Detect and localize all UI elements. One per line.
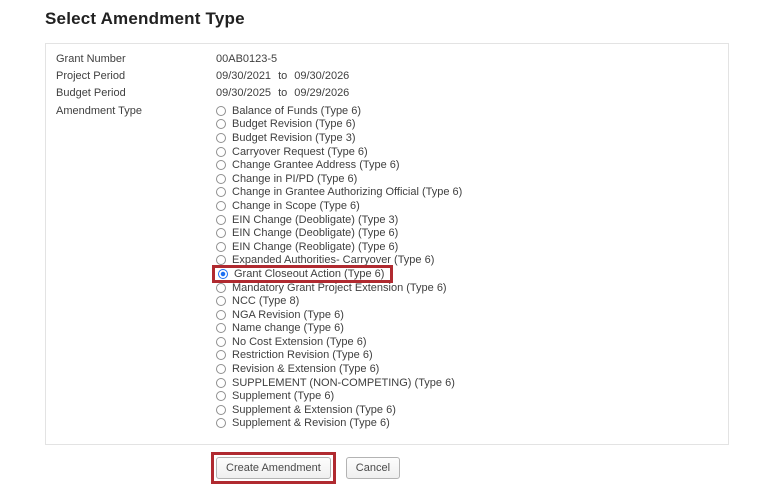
radio-button-icon: [216, 242, 226, 252]
amendment-option[interactable]: EIN Change (Deobligate) (Type 6): [216, 226, 398, 240]
amendment-option-label: Name change (Type 6): [232, 322, 344, 334]
amendment-option[interactable]: Name change (Type 6): [216, 322, 344, 336]
radio-button-icon: [218, 269, 228, 279]
amendment-option[interactable]: EIN Change (Reobligate) (Type 6): [216, 240, 398, 254]
budget-period-label: Budget Period: [56, 87, 216, 99]
action-buttons: Create Amendment Cancel: [211, 452, 400, 484]
amendment-type-row: Amendment Type Balance of Funds (Type 6)…: [56, 104, 728, 430]
amendment-option[interactable]: Revision & Extension (Type 6): [216, 362, 379, 376]
amendment-option-label: Balance of Funds (Type 6): [232, 105, 361, 117]
grant-number-label: Grant Number: [56, 53, 216, 65]
amendment-option[interactable]: SUPPLEMENT (NON-COMPETING) (Type 6): [216, 376, 455, 390]
amendment-option-label: Supplement & Revision (Type 6): [232, 417, 390, 429]
budget-period-value: 09/30/2025 to 09/29/2026: [216, 87, 349, 99]
radio-button-icon: [216, 364, 226, 374]
project-period-label: Project Period: [56, 70, 216, 82]
radio-button-icon: [216, 283, 226, 293]
radio-button-icon: [216, 391, 226, 401]
project-period-value: 09/30/2021 to 09/30/2026: [216, 70, 349, 82]
radio-button-icon: [216, 201, 226, 211]
amendment-option[interactable]: Grant Closeout Action (Type 6): [212, 265, 393, 284]
amendment-option-label: Supplement & Extension (Type 6): [232, 404, 396, 416]
radio-button-icon: [216, 350, 226, 360]
amendment-option-label: Grant Closeout Action (Type 6): [234, 268, 384, 280]
amendment-option-label: NGA Revision (Type 6): [232, 309, 344, 321]
amendment-option-label: No Cost Extension (Type 6): [232, 336, 367, 348]
amendment-option[interactable]: Balance of Funds (Type 6): [216, 104, 361, 118]
amendment-option-label: Change in Scope (Type 6): [232, 200, 360, 212]
amendment-option[interactable]: Supplement (Type 6): [216, 389, 334, 403]
amendment-option[interactable]: Restriction Revision (Type 6): [216, 349, 373, 363]
amendment-option[interactable]: Budget Revision (Type 3): [216, 131, 356, 145]
amendment-option[interactable]: Change in PI/PD (Type 6): [216, 172, 357, 186]
radio-button-icon: [216, 228, 226, 238]
amendment-option[interactable]: Budget Revision (Type 6): [216, 118, 356, 132]
amendment-option[interactable]: Change in Grantee Authorizing Official (…: [216, 186, 462, 200]
project-period-end: 09/30/2026: [294, 70, 349, 82]
amendment-option[interactable]: NCC (Type 8): [216, 294, 299, 308]
radio-button-icon: [216, 174, 226, 184]
red-highlight-box-create-button: Create Amendment: [211, 452, 336, 484]
amendment-option-label: Change in PI/PD (Type 6): [232, 173, 357, 185]
radio-button-icon: [216, 215, 226, 225]
radio-button-icon: [216, 337, 226, 347]
amendment-type-options: Balance of Funds (Type 6) Budget Revisio…: [216, 104, 462, 430]
amendment-option-label: Change in Grantee Authorizing Official (…: [232, 186, 462, 198]
amendment-option-label: Mandatory Grant Project Extension (Type …: [232, 282, 447, 294]
budget-period-connector: to: [278, 87, 287, 99]
project-period-row: Project Period 09/30/2021 to 09/30/2026: [56, 67, 728, 84]
radio-button-icon: [216, 187, 226, 197]
amendment-option[interactable]: NGA Revision (Type 6): [216, 308, 344, 322]
radio-button-icon: [216, 323, 226, 333]
radio-button-icon: [216, 296, 226, 306]
amendment-option-label: Carryover Request (Type 6): [232, 146, 368, 158]
project-period-connector: to: [278, 70, 287, 82]
amendment-option[interactable]: Supplement & Extension (Type 6): [216, 403, 396, 417]
amendment-option[interactable]: Change Grantee Address (Type 6): [216, 158, 400, 172]
budget-period-end: 09/29/2026: [294, 87, 349, 99]
radio-button-icon: [216, 418, 226, 428]
amendment-option-label: Supplement (Type 6): [232, 390, 334, 402]
project-period-start: 09/30/2021: [216, 70, 271, 82]
amendment-option-label: Budget Revision (Type 3): [232, 132, 356, 144]
grant-number-value: 00AB0123-5: [216, 53, 277, 65]
amendment-option-label: SUPPLEMENT (NON-COMPETING) (Type 6): [232, 377, 455, 389]
amendment-type-label: Amendment Type: [56, 104, 216, 117]
page-title: Select Amendment Type: [45, 9, 245, 29]
amendment-option-label: EIN Change (Reobligate) (Type 6): [232, 241, 398, 253]
amendment-option-label: Change Grantee Address (Type 6): [232, 159, 400, 171]
budget-period-row: Budget Period 09/30/2025 to 09/29/2026: [56, 84, 728, 101]
amendment-option[interactable]: Change in Scope (Type 6): [216, 199, 360, 213]
radio-button-icon: [216, 147, 226, 157]
radio-button-icon: [216, 106, 226, 116]
page: Select Amendment Type Grant Number 00AB0…: [0, 0, 768, 491]
radio-button-icon: [216, 310, 226, 320]
amendment-option-label: EIN Change (Deobligate) (Type 3): [232, 214, 398, 226]
radio-button-icon: [216, 119, 226, 129]
amendment-option-label: EIN Change (Deobligate) (Type 6): [232, 227, 398, 239]
amendment-form-panel: Grant Number 00AB0123-5 Project Period 0…: [45, 43, 729, 445]
amendment-option-label: Revision & Extension (Type 6): [232, 363, 379, 375]
create-amendment-button[interactable]: Create Amendment: [216, 457, 331, 479]
amendment-option[interactable]: No Cost Extension (Type 6): [216, 335, 367, 349]
amendment-option[interactable]: Supplement & Revision (Type 6): [216, 417, 390, 431]
amendment-option-label: NCC (Type 8): [232, 295, 299, 307]
radio-button-icon: [216, 133, 226, 143]
amendment-option-label: Budget Revision (Type 6): [232, 118, 356, 130]
budget-period-start: 09/30/2025: [216, 87, 271, 99]
radio-button-icon: [216, 378, 226, 388]
cancel-button[interactable]: Cancel: [346, 457, 400, 479]
amendment-option[interactable]: Carryover Request (Type 6): [216, 145, 368, 159]
radio-button-icon: [216, 160, 226, 170]
amendment-option[interactable]: EIN Change (Deobligate) (Type 3): [216, 213, 398, 227]
amendment-option-label: Restriction Revision (Type 6): [232, 349, 373, 361]
radio-button-icon: [216, 405, 226, 415]
grant-number-row: Grant Number 00AB0123-5: [56, 50, 728, 67]
